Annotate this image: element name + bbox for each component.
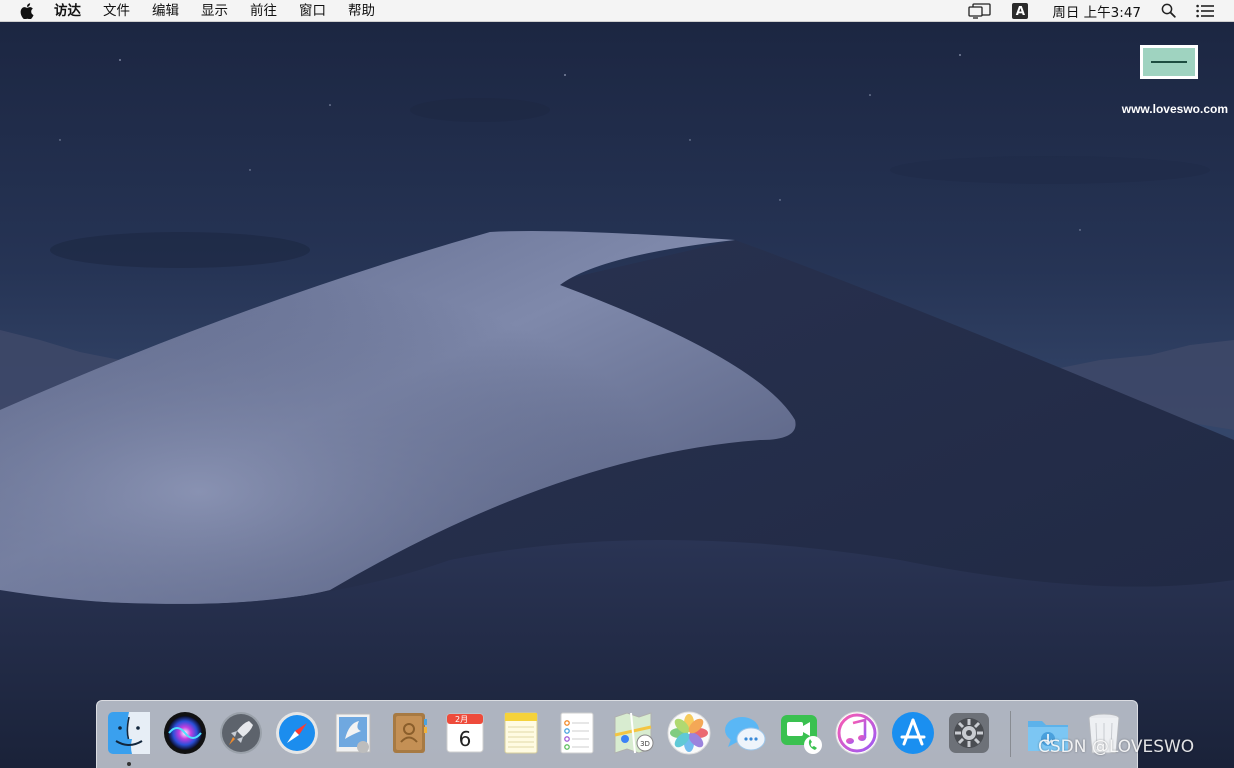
dock: 2月 6 3D <box>96 700 1138 768</box>
facetime-icon <box>781 715 822 754</box>
dock-item-messages[interactable] <box>721 709 769 757</box>
dock-item-mail[interactable] <box>329 709 377 757</box>
watermark-caption: www.loveswo.com <box>1121 102 1228 116</box>
launchpad-icon <box>220 712 262 754</box>
spotlight-search-icon[interactable] <box>1161 0 1176 22</box>
safari-icon <box>276 712 318 754</box>
apple-menu-icon[interactable] <box>20 2 34 19</box>
menu-bar-right: A 周日 上午3:47 <box>958 0 1234 22</box>
menu-go[interactable]: 前往 <box>239 0 288 22</box>
photos-icon <box>667 711 711 755</box>
messages-icon <box>725 717 766 751</box>
dock-item-launchpad[interactable] <box>217 709 265 757</box>
dock-item-reminders[interactable] <box>553 709 601 757</box>
watermark-thumbnail[interactable] <box>1140 45 1198 79</box>
calendar-month-label: 2月 <box>455 715 468 724</box>
dock-item-photos[interactable] <box>665 709 713 757</box>
watermark-thumbnail-image <box>1143 48 1195 76</box>
input-source-label: A <box>1012 2 1029 19</box>
menu-file[interactable]: 文件 <box>92 0 141 22</box>
mail-icon <box>335 713 371 753</box>
menu-bar: 访达 文件 编辑 显示 前往 窗口 帮助 A 周日 上午3:47 <box>0 0 1234 22</box>
dock-item-siri[interactable] <box>161 709 209 757</box>
mojave-dunes-image <box>0 0 1234 768</box>
display-mirroring-icon[interactable] <box>968 0 992 22</box>
finder-icon <box>108 712 150 754</box>
menu-help[interactable]: 帮助 <box>337 0 386 22</box>
menu-bar-left: 访达 文件 编辑 显示 前往 窗口 帮助 <box>0 0 386 22</box>
csdn-watermark: CSDN @LOVESWO <box>1038 737 1195 757</box>
dock-item-itunes[interactable] <box>833 709 881 757</box>
appstore-icon <box>892 712 934 754</box>
siri-icon <box>164 712 206 754</box>
dock-item-safari[interactable] <box>273 709 321 757</box>
dock-item-system-preferences[interactable] <box>945 709 993 757</box>
contacts-icon <box>393 713 427 753</box>
dock-item-maps[interactable]: 3D <box>609 709 657 757</box>
dock-separator <box>1010 711 1011 757</box>
notes-icon <box>504 712 538 754</box>
dock-item-calendar[interactable]: 2月 6 <box>441 709 489 757</box>
itunes-icon <box>835 711 879 755</box>
finder-running-indicator <box>127 762 131 766</box>
dock-item-contacts[interactable] <box>385 709 433 757</box>
menu-edit[interactable]: 编辑 <box>141 0 190 22</box>
calendar-day-label: 6 <box>459 727 472 751</box>
maps-3d-badge: 3D <box>640 740 650 748</box>
dock-item-app-store[interactable] <box>889 709 937 757</box>
dock-item-notes[interactable] <box>497 709 545 757</box>
dock-item-facetime[interactable] <box>777 709 825 757</box>
desktop-wallpaper[interactable] <box>0 0 1234 768</box>
input-source-menu[interactable]: A <box>1012 0 1029 22</box>
reminders-icon <box>560 712 594 754</box>
notification-center-icon[interactable] <box>1196 0 1214 22</box>
maps-icon: 3D <box>614 712 654 754</box>
menu-view[interactable]: 显示 <box>190 0 239 22</box>
menu-window[interactable]: 窗口 <box>288 0 337 22</box>
app-menu-finder[interactable]: 访达 <box>46 0 92 22</box>
calendar-icon: 2月 6 <box>446 713 484 753</box>
dock-item-finder[interactable] <box>105 709 153 757</box>
menu-bar-clock[interactable]: 周日 上午3:47 <box>1038 1 1151 21</box>
system-preferences-icon <box>949 713 989 753</box>
